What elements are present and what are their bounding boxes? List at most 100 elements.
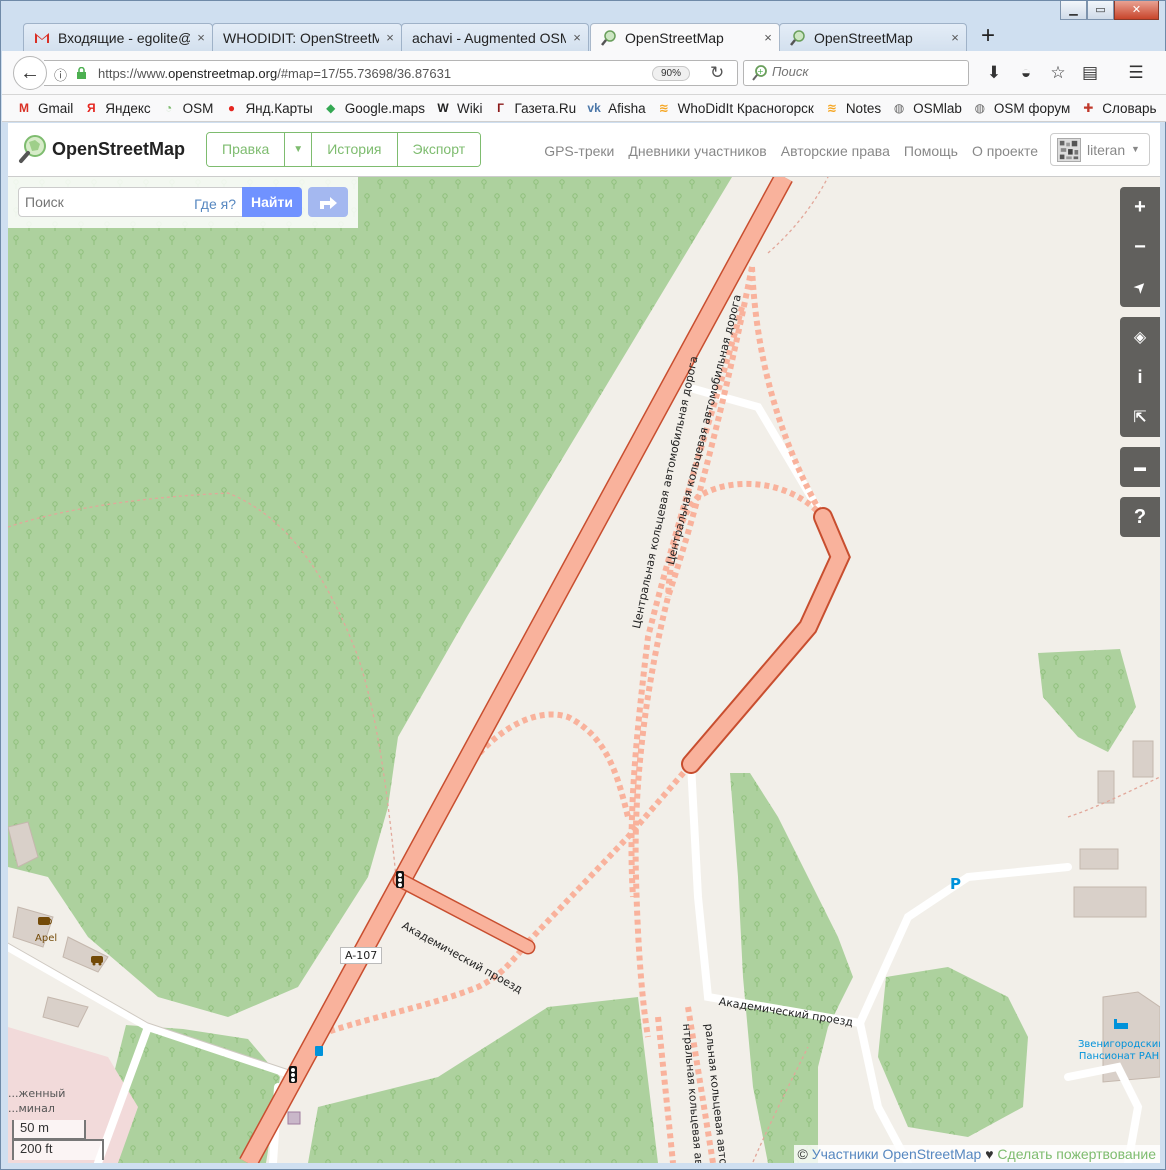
bus-stop-icon	[315, 1046, 323, 1056]
user-name: literan	[1087, 142, 1126, 158]
bookmark-label: WhoDidIt Красногорск	[677, 100, 814, 116]
edit-button[interactable]: Правка	[207, 133, 286, 166]
shield-icon[interactable]: ◒	[1010, 61, 1042, 85]
tab-achavi[interactable]: achavi - Augmented OSM ×	[401, 23, 589, 51]
nav-gps-traces[interactable]: GPS-треки	[544, 143, 614, 159]
directions-button[interactable]	[308, 187, 348, 217]
back-button[interactable]: ←	[13, 56, 47, 90]
close-window-button[interactable]: ✕	[1114, 1, 1159, 20]
close-tab-icon[interactable]: ×	[566, 30, 588, 45]
bookmark-7[interactable]: vk Afisha	[586, 100, 645, 116]
nav-about[interactable]: О проекте	[972, 143, 1038, 159]
browser-search-input[interactable]	[772, 64, 962, 79]
nav-copyright[interactable]: Авторские права	[781, 143, 890, 159]
navigation-bar: ⓘ https://www.openstreetmap.org/#map=17/…	[2, 51, 1166, 95]
layers-icon[interactable]: ◈	[1120, 317, 1160, 357]
search-panel: Где я? Найти	[8, 177, 358, 228]
address-bar[interactable]: ⓘ https://www.openstreetmap.org/#map=17/…	[44, 60, 738, 86]
directions-icon	[320, 197, 337, 209]
bookmark-label: Яндекс	[105, 100, 151, 116]
copyright-symbol: ©	[797, 1146, 808, 1162]
zoom-level-badge[interactable]: 90%	[652, 66, 690, 81]
bookmark-label: Notes	[845, 100, 882, 116]
gmail-icon	[35, 32, 49, 43]
tab-gmail[interactable]: Входящие - egolite@ ×	[23, 23, 213, 51]
bookmark-1[interactable]: Я Яндекс	[83, 100, 151, 116]
bookmark-8[interactable]: ≋ WhoDidIt Красногорск	[656, 100, 814, 116]
history-button[interactable]: История	[312, 133, 398, 166]
browser-window: ▁ ▭ ✕ Входящие - egolite@ × WHODIDIT: Op…	[0, 0, 1166, 1170]
find-button[interactable]: Найти	[242, 187, 302, 217]
bookmark-9[interactable]: ≋ Notes	[824, 100, 881, 116]
reload-icon[interactable]: ↻	[710, 63, 724, 83]
tab-osm-active[interactable]: OpenStreetMap ×	[590, 23, 780, 51]
bookmark-6[interactable]: Г Газета.Ru	[493, 100, 576, 116]
nav-help[interactable]: Помощь	[904, 143, 958, 159]
add-note-icon[interactable]: ▬	[1120, 447, 1160, 487]
bookmark-label: Google.maps	[344, 100, 426, 116]
browser-toolbar: ⬇ ◒ ☆ ▤ ☰	[978, 61, 1152, 85]
bookmark-5[interactable]: W Wiki	[435, 100, 482, 116]
new-tab-button[interactable]: +	[973, 23, 1003, 51]
bookmark-icon: ✚	[1083, 101, 1094, 115]
share-icon[interactable]: ⇱	[1120, 397, 1160, 437]
menu-icon[interactable]: ☰	[1120, 61, 1152, 85]
osm-logo-icon[interactable]	[18, 134, 48, 164]
nav-diaries[interactable]: Дневники участников	[628, 143, 766, 159]
maximize-button[interactable]: ▭	[1087, 1, 1114, 20]
edit-button-group: Правка ▼ История Экспорт	[206, 132, 482, 167]
bookmark-label: OSM	[182, 100, 214, 116]
edit-dropdown-caret-icon[interactable]: ▼	[285, 133, 313, 166]
bookmark-star-icon[interactable]: ☆	[1042, 61, 1074, 85]
contributors-link[interactable]: Участники OpenStreetMap	[812, 1146, 982, 1162]
cafe-label: Apel	[35, 933, 58, 944]
close-tab-icon[interactable]: ×	[190, 30, 212, 45]
bookmark-0[interactable]: M Gmail	[16, 100, 73, 116]
scale-metric: 50 m	[12, 1120, 86, 1140]
map-canvas[interactable]: A-107 Академический проезд Академический…	[8, 177, 1160, 1163]
browser-search-bar[interactable]: +	[743, 60, 969, 86]
close-tab-icon[interactable]: ×	[944, 30, 966, 45]
bookmark-icon: ◔	[165, 101, 173, 115]
tab-strip: Входящие - egolite@ × WHODIDIT: OpenStre…	[5, 21, 1163, 51]
minimize-button[interactable]: ▁	[1060, 1, 1087, 20]
donate-link[interactable]: Сделать пожертвование	[997, 1146, 1156, 1162]
info-icon[interactable]: i	[1120, 357, 1160, 397]
osm-nav: GPS-треки Дневники участников Авторские …	[530, 143, 1038, 159]
tab-osm[interactable]: OpenStreetMap ×	[779, 23, 967, 51]
map-svg[interactable]	[8, 177, 1160, 1163]
site-info-icon[interactable]: ⓘ	[54, 65, 67, 84]
download-icon[interactable]: ⬇	[978, 61, 1010, 85]
where-am-i-link[interactable]: Где я?	[194, 196, 236, 212]
reader-icon[interactable]: ▤	[1074, 61, 1106, 85]
user-caret-icon: ▼	[1131, 144, 1140, 154]
bookmarks-bar: M Gmail Я Яндекс ◔ OSM ● Янд.Карты ◆ Google.maps W…	[2, 95, 1166, 122]
osm-magnifier-icon	[790, 29, 805, 46]
site-name[interactable]: OpenStreetMap	[52, 139, 185, 160]
bookmark-label: Gmail	[38, 100, 74, 116]
zoom-in-button[interactable]: +	[1120, 187, 1160, 227]
svg-text:+: +	[757, 67, 764, 76]
bookmark-11[interactable]: ◍ OSM форум	[972, 100, 1071, 116]
map-search-input[interactable]	[25, 194, 185, 210]
export-button[interactable]: Экспорт	[397, 133, 481, 166]
bookmark-label: Словарь	[1102, 100, 1157, 116]
bookmark-4[interactable]: ◆ Google.maps	[323, 100, 425, 116]
bookmark-2[interactable]: ◔ OSM	[161, 100, 214, 116]
bookmark-label: OSMlab	[913, 100, 962, 116]
help-icon[interactable]: ?	[1120, 497, 1160, 537]
url-suffix: /#map=17/55.73698/36.87631	[277, 66, 452, 81]
bookmark-label: OSM форум	[993, 100, 1071, 116]
avatar	[1057, 138, 1081, 162]
bookmark-10[interactable]: ◍ OSMlab	[891, 100, 962, 116]
bookmark-icon: ●	[227, 101, 236, 115]
close-tab-icon[interactable]: ×	[757, 30, 779, 45]
user-menu-button[interactable]: literan ▼	[1050, 133, 1150, 166]
url-text[interactable]: https://www.openstreetmap.org/#map=17/55…	[98, 66, 451, 81]
bookmark-12[interactable]: ✚ Словарь	[1080, 100, 1156, 116]
close-tab-icon[interactable]: ×	[379, 30, 401, 45]
tab-whodidit[interactable]: WHODIDIT: OpenStreetMa ×	[212, 23, 402, 51]
search-box[interactable]: Где я?	[18, 187, 243, 217]
window-controls: ▁ ▭ ✕	[1060, 1, 1159, 21]
bookmark-3[interactable]: ● Янд.Карты	[223, 100, 313, 116]
